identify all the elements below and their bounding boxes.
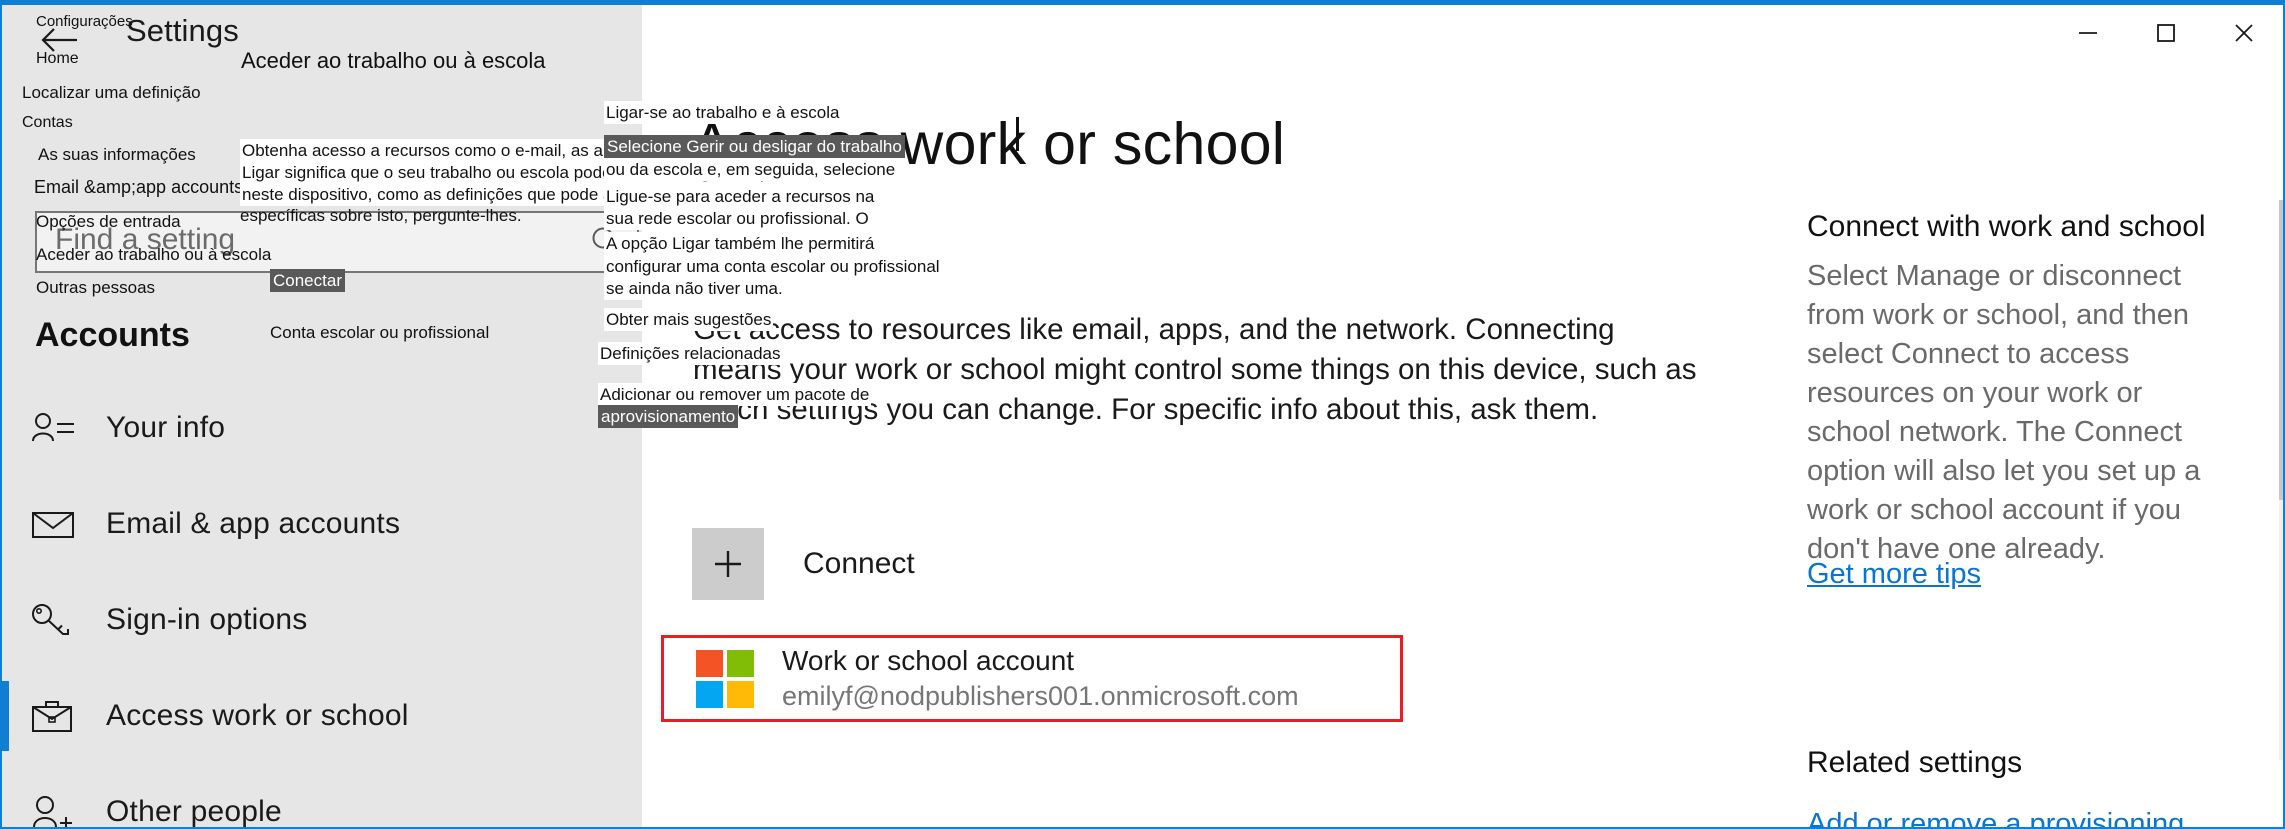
overlay-text: Outras pessoas — [36, 278, 156, 297]
overlay-text: Conta escolar ou profissional — [270, 323, 490, 342]
sidebar-item-label: Other people — [106, 795, 282, 828]
sidebar-item-label: Sign-in options — [106, 603, 308, 636]
selection-accent — [2, 585, 9, 655]
get-more-tips-link[interactable]: Get more tips — [1807, 558, 1981, 591]
user-plus-icon — [30, 786, 96, 827]
briefcase-icon — [30, 690, 96, 742]
overlay-text: Configurações — [36, 13, 133, 30]
related-settings-heading: Related settings — [1807, 746, 2023, 779]
selection-accent — [2, 489, 9, 559]
overlay-text: As suas informações — [36, 143, 198, 167]
provisioning-package-link[interactable]: Add or remove a provisioning package — [1807, 805, 2227, 827]
minimize-icon — [2079, 32, 2097, 34]
close-icon — [2235, 24, 2253, 42]
work-or-school-account-row[interactable]: Work or school account emilyf@nodpublish… — [661, 635, 1403, 722]
overlay-text: Opções de entrada — [36, 212, 181, 231]
close-button[interactable] — [2205, 9, 2283, 57]
sidebar-item-access-work-or-school[interactable]: Access work or school — [2, 668, 642, 764]
info-pane: Connect with work and school Select Mana… — [1745, 5, 2283, 827]
settings-sidebar: Settings Accounts — [2, 5, 642, 828]
envelope-icon — [30, 498, 96, 550]
overlay-text: A opção Ligar também lhe permitirá — [604, 232, 877, 256]
selection-accent — [2, 777, 9, 827]
overlay-text: Aceder ao trabalho ou à escola — [239, 46, 548, 76]
main-content: Access work or school Get access to reso… — [642, 5, 1745, 827]
overlay-text: sua rede escolar ou profissional. O — [604, 207, 871, 231]
sidebar-item-your-info[interactable]: Your info — [2, 380, 642, 476]
connect-button[interactable]: Connect — [692, 528, 915, 600]
overlay-text: Contas — [22, 114, 73, 131]
selection-accent — [2, 393, 9, 463]
overlay-text: Obter mais sugestões — [604, 308, 774, 332]
sidebar-item-label: Email & app accounts — [106, 507, 401, 540]
account-email: emilyf@nodpublishers001.onmicrosoft.com — [782, 681, 1299, 711]
plus-icon — [692, 528, 764, 600]
overlay-text: específicas sobre isto, pergunte-lhes. — [240, 206, 522, 225]
sidebar-item-sign-in-options[interactable]: Sign-in options — [2, 572, 642, 668]
user-card-icon — [30, 402, 96, 454]
account-title: Work or school account — [782, 645, 1075, 676]
connect-label: Connect — [803, 547, 915, 580]
account-details: Work or school account emilyf@nodpublish… — [782, 643, 1299, 714]
key-icon — [30, 594, 96, 646]
overlay-text: Aceder ao trabalho ou à escola — [36, 245, 272, 264]
overlay-text: Definições relacionadas — [598, 342, 783, 366]
window-controls — [2049, 9, 2283, 57]
minimize-button[interactable] — [2049, 9, 2127, 57]
scrollbar-thumb[interactable] — [2279, 200, 2283, 500]
sidebar-item-other-people[interactable]: Other people — [2, 764, 642, 828]
app-title: Settings — [126, 13, 239, 48]
overlay-text: Email &amp;app accounts — [32, 175, 246, 200]
sidebar-item-label: Access work or school — [106, 699, 409, 732]
microsoft-logo-icon — [696, 649, 754, 708]
maximize-button[interactable] — [2127, 9, 2205, 57]
overlay-text: Selecione Gerir ou desligar do trabalho — [604, 135, 905, 159]
overlay-text: Adicionar ou remover um pacote de — [598, 383, 872, 407]
overlay-text: Ligar-se ao trabalho e à escola — [604, 101, 842, 125]
info-pane-body: Select Manage or disconnect from work or… — [1807, 260, 2201, 565]
page-description: Get access to resources like email, apps… — [693, 313, 1697, 426]
sidebar-nav-list: Your info Email & app accounts Sign-in o… — [2, 380, 642, 828]
overlay-text: configurar uma conta escolar ou profissi… — [604, 255, 942, 279]
overlay-text: Ligue-se para aceder a recursos na — [604, 185, 877, 209]
overlay-text: Localizar uma definição — [22, 83, 201, 102]
settings-window: Settings Accounts — [0, 0, 2285, 829]
sidebar-item-label: Your info — [106, 411, 226, 444]
overlay-text: ou da escola e, em seguida, selecione — [604, 158, 898, 182]
overlay-text: Conectar — [270, 269, 345, 293]
text-caret — [1016, 117, 1019, 151]
overlay-text: se ainda não tiver uma. — [604, 277, 785, 301]
sidebar-item-email-app-accounts[interactable]: Email & app accounts — [2, 476, 642, 572]
maximize-icon — [2157, 24, 2175, 42]
overlay-text: aprovisionamento — [598, 405, 739, 429]
info-pane-heading: Connect with work and school — [1807, 210, 2206, 243]
category-heading: Accounts — [35, 316, 190, 354]
selection-accent — [2, 681, 9, 751]
overlay-text: Home — [36, 50, 79, 67]
